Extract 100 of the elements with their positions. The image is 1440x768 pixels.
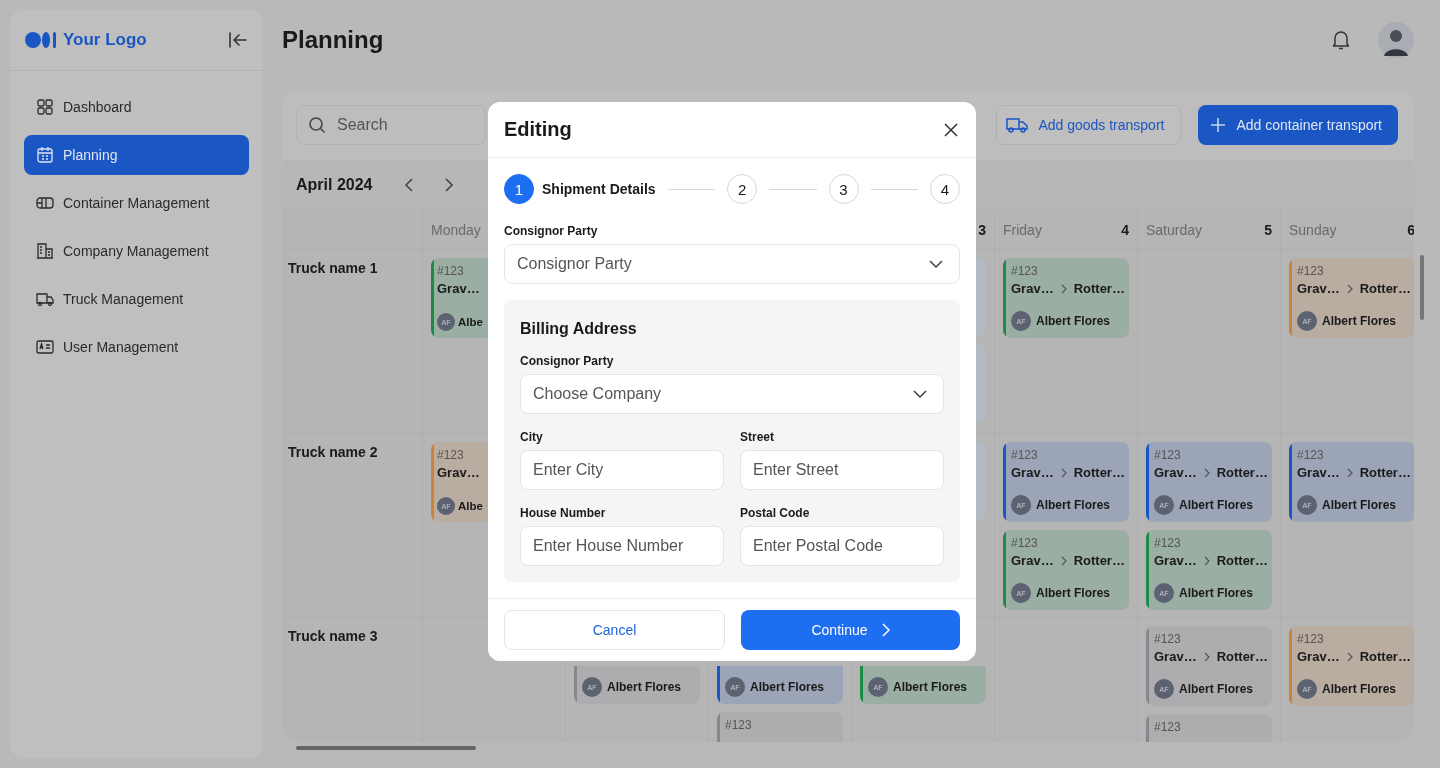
user-avatar[interactable] (1378, 22, 1414, 58)
nav-item[interactable]: Planning (24, 135, 249, 175)
origin-text: Grav… (1011, 465, 1054, 480)
transport-id: #123 (1154, 632, 1182, 646)
driver-name: Albert Flores (1179, 682, 1253, 696)
close-icon[interactable] (944, 122, 958, 137)
destination-text: Rotter… (1073, 281, 1125, 296)
chevron-icon (1346, 651, 1353, 662)
horizontal-scrollbar[interactable] (296, 746, 476, 750)
input-field[interactable]: Enter House Number (520, 526, 724, 566)
nav-item[interactable]: Container Management (24, 183, 249, 223)
destination-text: Rotter… (1359, 649, 1411, 664)
logo-icon (25, 31, 57, 49)
destination-text: Rotter… (1216, 649, 1268, 664)
previous-icon[interactable] (404, 177, 415, 193)
input-field[interactable]: Enter Street (740, 450, 944, 490)
chevron-down-icon (929, 260, 943, 268)
driver-name: Albert Flores (1179, 498, 1253, 512)
transport-id: #123 (1154, 448, 1182, 462)
destination-text: Rotter… (1359, 281, 1411, 296)
driver-name: Albert Flores (607, 680, 681, 694)
driver-name: Albe (458, 500, 483, 512)
transport-id: #123 (1297, 448, 1325, 462)
chevron-icon (1203, 555, 1210, 566)
chevron-down-icon (913, 390, 927, 398)
day-number: 5 (1264, 221, 1272, 238)
destination-text: Rotter… (1216, 465, 1268, 480)
day-name: Friday (1003, 221, 1042, 238)
origin-text: Grav… (1154, 553, 1197, 568)
month-label: April 2024 (296, 176, 373, 194)
destination-text: Rotter… (1359, 465, 1411, 480)
chevron-icon (1346, 467, 1353, 478)
transport-id: #123 (1011, 536, 1039, 550)
chevron-icon (1203, 651, 1210, 662)
step-label: Shipment Details (542, 181, 656, 197)
chevron-right-icon (881, 623, 890, 637)
input-field[interactable]: Enter Postal Code (740, 526, 944, 566)
vertical-scrollbar[interactable] (1420, 255, 1424, 320)
chevron-icon (1346, 283, 1353, 294)
plus-icon (1210, 117, 1227, 133)
search-field[interactable]: Search (296, 105, 486, 145)
driver-name: Albert Flores (1036, 498, 1110, 512)
destination-text: Rotter… (1073, 553, 1125, 568)
origin-text: Grav… (1297, 465, 1340, 480)
day-number: 4 (1121, 221, 1129, 238)
chevron-icon (1060, 555, 1067, 566)
origin-text: Grav… (437, 281, 480, 296)
nav-item[interactable]: Truck Management (24, 279, 249, 319)
collapse-icon[interactable] (229, 32, 247, 48)
driver-name: Albert Flores (750, 680, 824, 694)
field-label: Consignor Party (520, 354, 615, 368)
driver-name: Albe (458, 316, 483, 328)
transport-id: #123 (725, 718, 753, 732)
truck-name: Truck name 2 (288, 444, 379, 460)
transport-id: #123 (1297, 264, 1325, 278)
field-label: City (520, 430, 544, 444)
input-field[interactable]: Enter City (520, 450, 724, 490)
field-label: Consignor Party (504, 224, 599, 238)
nav-item[interactable]: User Management (24, 327, 249, 367)
driver-name: Albert Flores (1322, 682, 1396, 696)
transport-id: #123 (1011, 448, 1039, 462)
container-icon (36, 194, 54, 212)
add-goods-button[interactable]: Add goods transport (996, 105, 1182, 145)
truck-icon (36, 290, 54, 308)
company-select[interactable]: Choose Company (520, 374, 944, 414)
nav-item[interactable]: Company Management (24, 231, 249, 271)
step-indicator[interactable]: 1 (504, 174, 534, 204)
next-icon[interactable] (444, 177, 455, 193)
continue-button[interactable]: Continue (741, 610, 960, 650)
driver-name: Albert Flores (1322, 314, 1396, 328)
truck-name: Truck name 3 (288, 628, 379, 644)
chevron-icon (1060, 467, 1067, 478)
dialog-title: Editing (504, 118, 573, 141)
section-title: Billing Address (520, 320, 638, 338)
origin-text: Grav… (1011, 553, 1054, 568)
bell-icon[interactable] (1332, 30, 1350, 50)
chevron-icon (1060, 283, 1067, 294)
field-label: Street (740, 430, 775, 444)
day-name: Sunday (1289, 221, 1337, 238)
calendar-icon (36, 146, 54, 164)
origin-text: Grav… (437, 465, 480, 480)
logo-text: Your Logo (63, 30, 148, 50)
consignor-select[interactable]: Consignor Party (504, 244, 960, 284)
page-title: Planning (282, 26, 385, 54)
search-icon (308, 116, 326, 134)
grid-icon (36, 98, 54, 116)
nav-item[interactable]: Dashboard (24, 87, 249, 127)
id-card-icon (36, 338, 54, 356)
origin-text: Grav… (1297, 649, 1340, 664)
add-container-button[interactable]: Add container transport (1198, 105, 1398, 145)
driver-name: Albert Flores (1036, 314, 1110, 328)
origin-text: Grav… (1154, 465, 1197, 480)
driver-name: Albert Flores (1322, 498, 1396, 512)
driver-name: Albert Flores (893, 680, 967, 694)
transport-id: #123 (1154, 720, 1182, 734)
transport-id: #123 (1011, 264, 1039, 278)
field-label: Postal Code (740, 506, 811, 520)
destination-text: Rotter… (1073, 465, 1125, 480)
cancel-button[interactable]: Cancel (504, 610, 725, 650)
transport-id: #123 (437, 448, 465, 462)
